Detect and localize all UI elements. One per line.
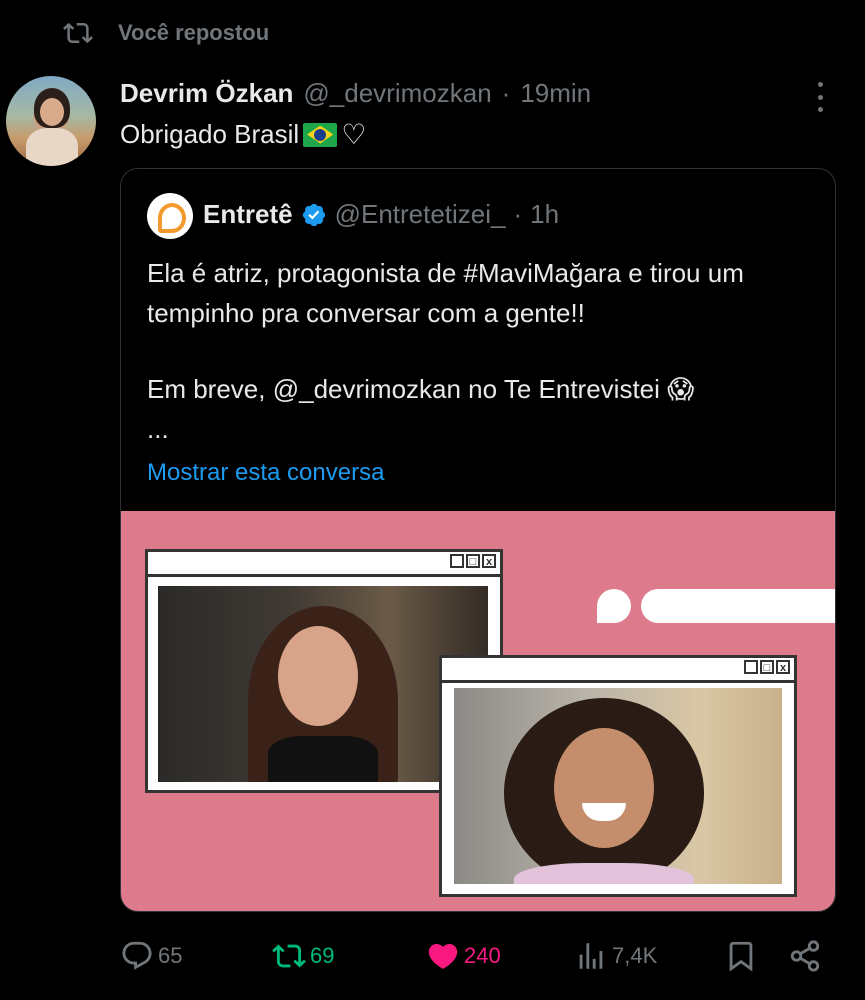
tweet-time[interactable]: 19min [520, 78, 591, 109]
white-heart-icon: ♡ [341, 119, 367, 150]
tweet-text-content: Obrigado Brasil [120, 119, 300, 149]
separator-dot: · [501, 78, 511, 108]
like-button[interactable]: 240 [426, 934, 501, 978]
author-name[interactable]: Devrim Özkan [120, 78, 293, 109]
views-chart-icon [579, 943, 603, 969]
reply-button[interactable]: 65 [120, 934, 182, 978]
bookmark-button[interactable] [724, 934, 758, 978]
share-button[interactable] [788, 934, 822, 978]
quote-ellipsis: ... [147, 414, 169, 444]
more-options-icon[interactable] [810, 82, 830, 112]
video-window-host: _ □ x [439, 655, 797, 897]
share-icon [790, 940, 820, 972]
repost-icon [272, 944, 306, 968]
tweet-header: Devrim Özkan @_devrimozkan · 19min [120, 78, 591, 109]
quote-header: Entretê @Entretetizei_ · 1h [203, 199, 559, 230]
quote-time[interactable]: 1h [530, 199, 559, 230]
quote-media-image[interactable]: _ □ x _ □ x [121, 511, 835, 911]
views-button[interactable]: 7,4K [574, 934, 657, 978]
quote-text-line1: Ela é atriz, protagonista de #MaviMağara… [147, 258, 744, 328]
separator-dot: · [513, 199, 523, 229]
repost-label[interactable]: Você repostou [118, 20, 269, 46]
repost-indicator: Você repostou [60, 18, 269, 48]
repost-button[interactable]: 69 [272, 934, 334, 978]
show-conversation-link[interactable]: Mostrar esta conversa [147, 459, 384, 487]
reply-icon [122, 941, 152, 970]
chat-bar-shape [641, 589, 835, 623]
author-handle[interactable]: @_devrimozkan [303, 78, 491, 109]
repost-icon [63, 22, 93, 44]
views-count: 7,4K [612, 943, 658, 968]
tweet-text: Obrigado Brasil ♡ [120, 118, 366, 151]
repost-count: 69 [310, 943, 335, 968]
verified-badge-icon [302, 203, 325, 226]
chat-bubble-icon [597, 589, 631, 623]
bookmark-icon [729, 941, 753, 972]
reply-count: 65 [158, 943, 183, 968]
quote-author-name[interactable]: Entretê [203, 199, 293, 230]
quote-text: Ela é atriz, protagonista de #MaviMağara… [147, 253, 807, 449]
quote-text-line2: Em breve, @_devrimozkan no Te Entreviste… [147, 374, 695, 404]
quote-author-avatar[interactable] [147, 193, 193, 239]
heart-icon [428, 943, 458, 969]
action-bar: 65 69 240 7,4K [120, 934, 830, 978]
author-avatar[interactable] [6, 76, 96, 166]
quoted-tweet[interactable]: Entretê @Entretetizei_ · 1h Ela é atriz,… [120, 168, 836, 912]
brazil-flag-icon [303, 122, 338, 147]
like-count: 240 [464, 943, 501, 968]
quote-author-handle[interactable]: @Entretetizei_ [335, 199, 506, 230]
host-photo [454, 688, 782, 884]
